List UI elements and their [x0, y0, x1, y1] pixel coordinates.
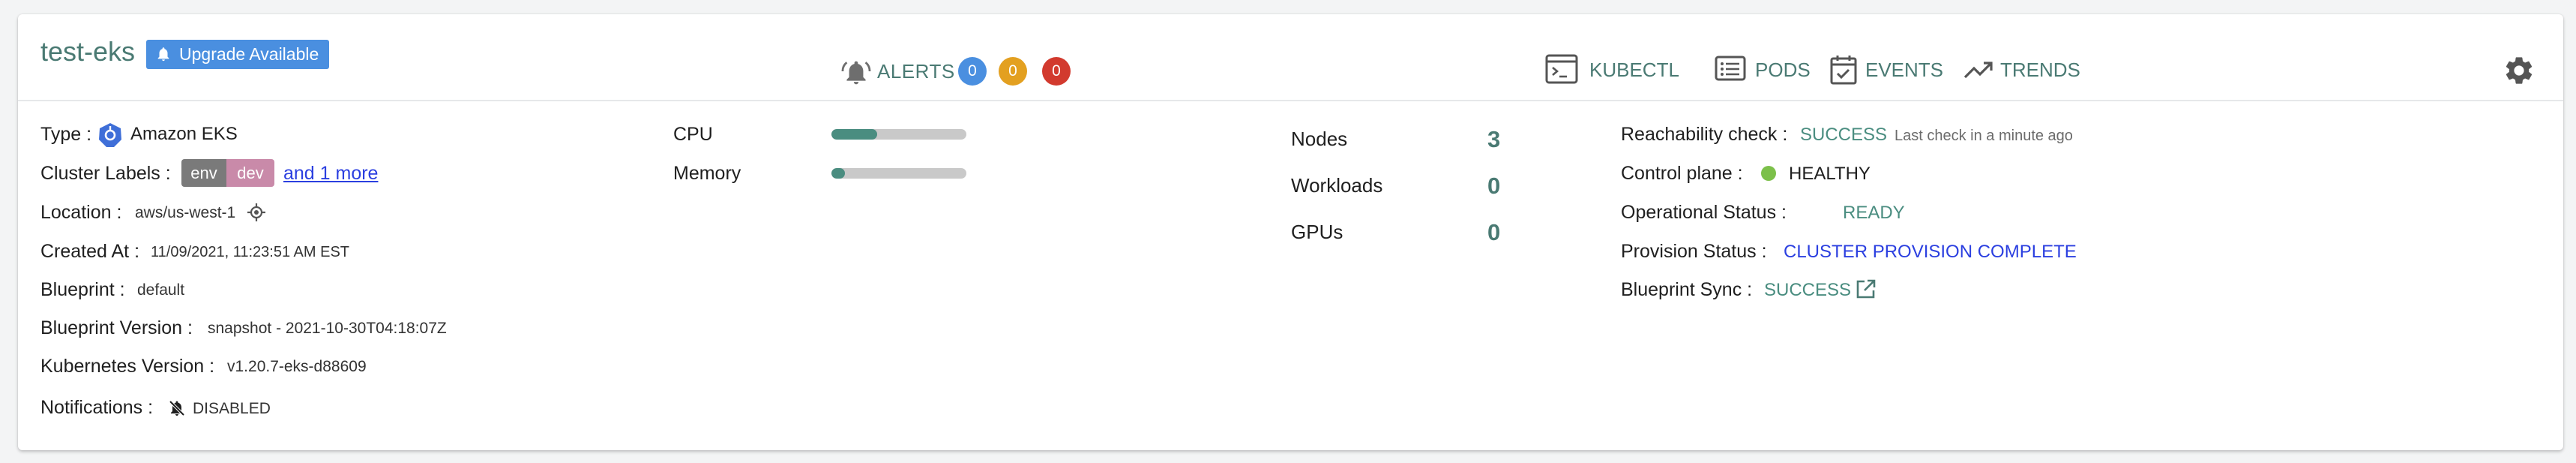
pods-label: PODS	[1755, 59, 1811, 81]
card-header: test-eks Upgrade Available ALERTS 0 0 0 …	[18, 14, 2563, 101]
terminal-icon	[1545, 54, 1578, 84]
label-value-chip[interactable]: dev	[226, 159, 274, 187]
nodes-count[interactable]: 3	[1487, 126, 1500, 153]
provision-status-value: CLUSTER PROVISION COMPLETE	[1784, 242, 2077, 262]
reachability-value: SUCCESS	[1800, 125, 1888, 145]
healthy-status-dot	[1761, 166, 1776, 181]
blueprint-sync-value: SUCCESS	[1764, 280, 1852, 300]
notifications-off-icon	[169, 400, 185, 416]
control-plane-label: Control plane :	[1621, 163, 1743, 184]
more-labels-link[interactable]: and 1 more	[283, 163, 378, 185]
memory-usage-bar	[831, 168, 966, 179]
reachability-label: Reachability check :	[1621, 124, 1788, 145]
kubernetes-version-label: Kubernetes Version :	[40, 356, 215, 377]
kubectl-link[interactable]: KUBECTL	[1544, 52, 1694, 88]
trending-up-icon	[1963, 62, 1993, 79]
pods-link[interactable]: PODS	[1714, 52, 1826, 88]
alert-count-warning[interactable]: 0	[999, 57, 1027, 86]
cpu-usage-bar	[831, 129, 966, 140]
events-label: EVENTS	[1865, 59, 1944, 81]
notifications-value: DISABLED	[193, 400, 271, 417]
alert-count-info[interactable]: 0	[958, 57, 987, 86]
cpu-label: CPU	[673, 124, 713, 145]
gear-icon[interactable]	[2503, 54, 2536, 87]
alerts-label: ALERTS	[877, 60, 955, 83]
gpus-count[interactable]: 0	[1487, 219, 1500, 246]
upgrade-badge-label: Upgrade Available	[179, 44, 319, 64]
calendar-check-icon	[1830, 56, 1857, 85]
kubernetes-version-value: v1.20.7-eks-d88609	[227, 358, 367, 375]
alerts-bell-icon	[841, 61, 871, 85]
reachability-note: Last check in a minute ago	[1895, 128, 2073, 144]
operational-status-label: Operational Status :	[1621, 202, 1787, 223]
kubernetes-icon	[99, 123, 121, 147]
bell-icon	[157, 47, 169, 62]
kubectl-label: KUBECTL	[1589, 59, 1679, 81]
control-plane-value: HEALTHY	[1789, 164, 1871, 184]
locate-icon[interactable]	[247, 203, 266, 222]
upgrade-available-badge[interactable]: Upgrade Available	[146, 40, 330, 69]
trends-label: TRENDS	[2000, 59, 2080, 81]
cluster-card: test-eks Upgrade Available ALERTS 0 0 0 …	[18, 14, 2563, 450]
location-label: Location :	[40, 202, 122, 223]
cluster-labels-label: Cluster Labels :	[40, 163, 171, 184]
operational-status-value: READY	[1843, 203, 1905, 223]
memory-label: Memory	[673, 163, 741, 184]
cluster-name[interactable]: test-eks	[40, 36, 135, 68]
type-label: Type :	[40, 124, 92, 145]
cpu-usage-fill	[831, 129, 878, 140]
created-at-value: 11/09/2021, 11:23:51 AM EST	[151, 244, 349, 260]
location-value: aws/us-west-1	[135, 204, 236, 221]
workloads-count[interactable]: 0	[1487, 173, 1500, 200]
gpus-label: GPUs	[1291, 221, 1343, 243]
events-link[interactable]: EVENTS	[1829, 52, 1949, 88]
provision-status-label: Provision Status :	[1621, 241, 1767, 262]
label-key-chip[interactable]: env	[181, 159, 226, 187]
blueprint-version-label: Blueprint Version :	[40, 317, 193, 338]
list-icon	[1715, 56, 1746, 81]
nodes-label: Nodes	[1291, 128, 1348, 150]
memory-usage-fill	[831, 168, 845, 179]
type-value: Amazon EKS	[130, 124, 238, 144]
workloads-label: Workloads	[1291, 174, 1383, 197]
open-external-icon[interactable]	[1854, 278, 1877, 301]
blueprint-label: Blueprint :	[40, 279, 125, 300]
notifications-label: Notifications :	[40, 397, 154, 418]
blueprint-version-value: snapshot - 2021-10-30T04:18:07Z	[208, 320, 447, 337]
blueprint-sync-label: Blueprint Sync :	[1621, 279, 1753, 300]
blueprint-value: default	[137, 281, 185, 299]
created-at-label: Created At :	[40, 241, 140, 262]
alert-count-critical[interactable]: 0	[1042, 57, 1071, 86]
trends-link[interactable]: TRENDS	[1963, 52, 2083, 88]
